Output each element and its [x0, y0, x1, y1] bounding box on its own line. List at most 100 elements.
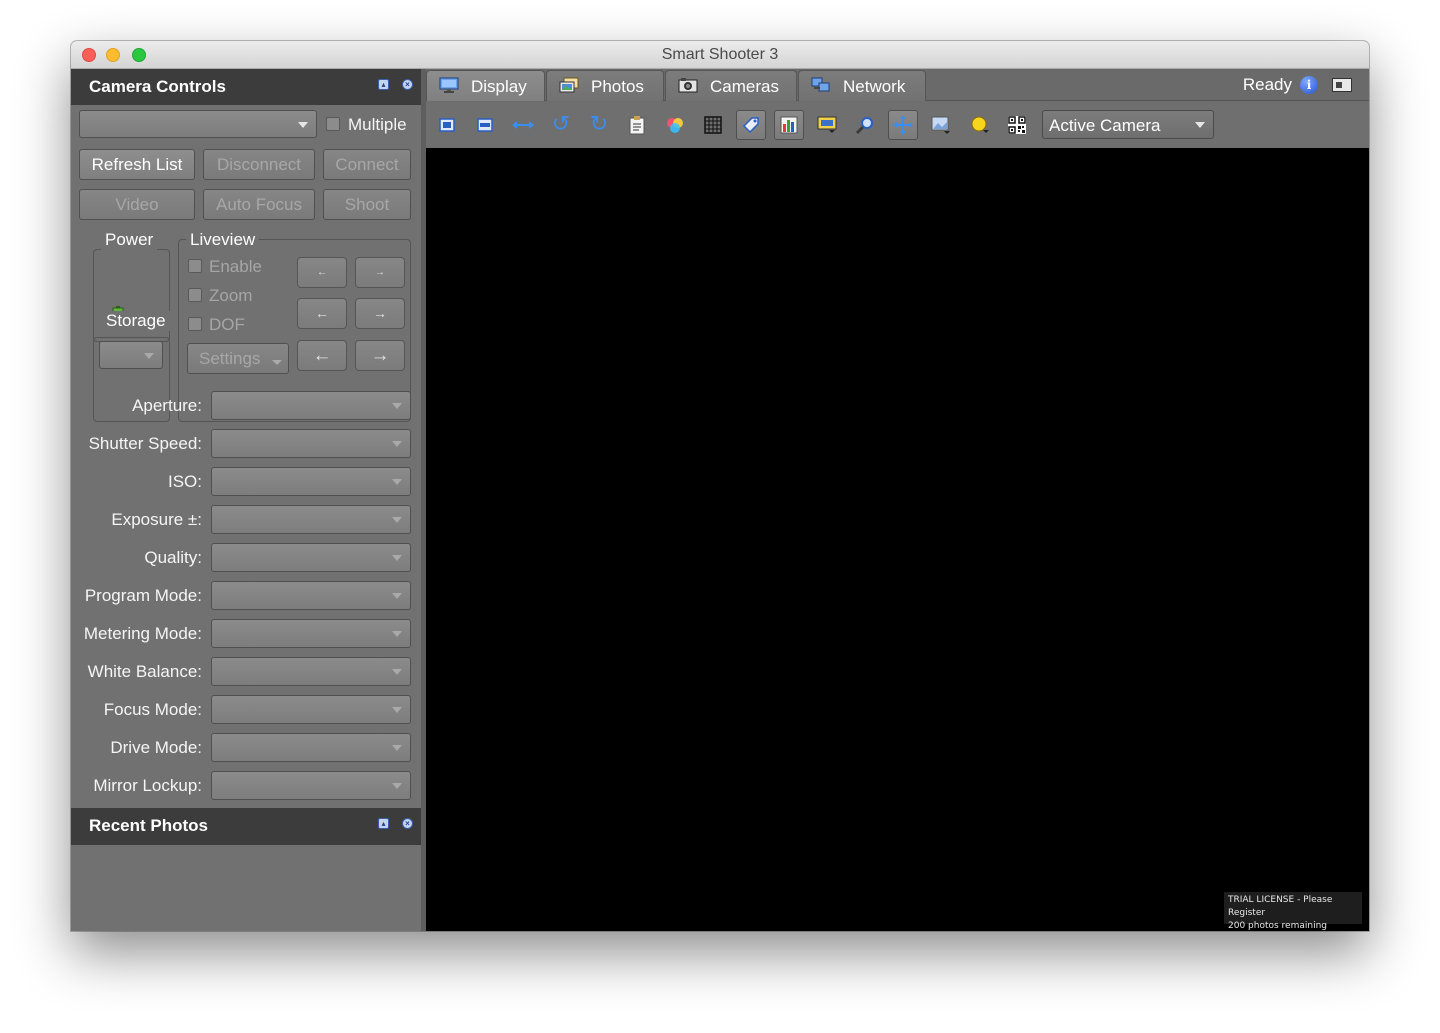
- fit-window-icon[interactable]: [432, 110, 462, 140]
- tab-photos-label: Photos: [591, 77, 644, 96]
- white-balance-select[interactable]: [211, 657, 411, 686]
- display-viewport[interactable]: TRIAL LICENSE - Please Register 200 phot…: [426, 148, 1369, 931]
- focus-far-small-button[interactable]: →: [355, 257, 405, 288]
- storage-label: Storage: [102, 311, 170, 331]
- grid-icon[interactable]: [698, 110, 728, 140]
- tab-cameras-label: Cameras: [710, 77, 779, 96]
- status-text: Ready: [1242, 75, 1292, 94]
- network-icon: [811, 77, 830, 92]
- chevron-down-icon: [1195, 122, 1205, 128]
- iso-select[interactable]: [211, 467, 411, 496]
- shoot-button[interactable]: Shoot: [323, 189, 411, 220]
- quality-select[interactable]: [211, 543, 411, 572]
- window-title: Smart Shooter 3: [661, 46, 779, 63]
- focus-far-medium-button[interactable]: →: [355, 298, 405, 329]
- focus-near-large-button[interactable]: ←: [297, 340, 347, 371]
- program-mode-select[interactable]: [211, 581, 411, 610]
- float-panel-icon[interactable]: ▴: [378, 79, 389, 90]
- storage-select[interactable]: [99, 341, 163, 369]
- auto-focus-button[interactable]: Auto Focus: [203, 189, 315, 220]
- zoom-icon[interactable]: [850, 110, 880, 140]
- camera-controls-panel: Camera Controls ▴ × Multiple Refresh Lis…: [71, 69, 421, 931]
- chevron-down-icon: [392, 783, 402, 789]
- liveview-dof-label: DOF: [209, 315, 245, 334]
- clipboard-icon[interactable]: [622, 110, 652, 140]
- video-button[interactable]: Video: [79, 189, 195, 220]
- tab-photos[interactable]: Photos: [546, 70, 664, 101]
- close-panel-icon[interactable]: ×: [402, 79, 413, 90]
- liveview-title: Liveview: [186, 230, 260, 250]
- camera-select[interactable]: [79, 110, 317, 138]
- multiple-label: Multiple: [348, 115, 407, 134]
- close-panel-icon[interactable]: ×: [402, 818, 413, 829]
- fit-width-icon[interactable]: [508, 110, 538, 140]
- chevron-down-icon: [392, 441, 402, 447]
- active-camera-select[interactable]: Active Camera: [1042, 110, 1214, 139]
- chevron-down-icon: [144, 353, 154, 359]
- disconnect-button[interactable]: Disconnect: [203, 149, 315, 180]
- tag-icon[interactable]: [736, 110, 766, 140]
- tab-bar: Display Photos Cameras Network Ready i: [426, 69, 1369, 101]
- pan-icon[interactable]: [888, 110, 918, 140]
- recent-photos-header: Recent Photos ▴ ×: [71, 808, 421, 845]
- metering-mode-select[interactable]: [211, 619, 411, 648]
- connect-button[interactable]: Connect: [323, 149, 411, 180]
- camera-controls-header: Camera Controls ▴ ×: [71, 69, 421, 105]
- photos-icon: [559, 77, 579, 93]
- chevron-down-icon: [298, 122, 308, 128]
- exposure-select[interactable]: [211, 505, 411, 534]
- chevron-down-icon: [392, 707, 402, 713]
- focus-near-small-button[interactable]: ←: [297, 257, 347, 288]
- tab-display[interactable]: Display: [426, 70, 545, 101]
- rotate-left-icon[interactable]: ↺: [546, 110, 576, 140]
- image-compare-icon[interactable]: [926, 110, 956, 140]
- quality-label: Quality:: [144, 548, 202, 567]
- tab-network[interactable]: Network: [798, 70, 926, 101]
- tab-display-label: Display: [471, 77, 527, 96]
- refresh-list-button[interactable]: Refresh List: [79, 149, 195, 180]
- liveview-settings-button[interactable]: Settings: [187, 343, 289, 374]
- license-card-icon[interactable]: [1332, 78, 1352, 92]
- mirror-lockup-select[interactable]: [211, 771, 411, 800]
- exposure-label: Exposure ±:: [111, 510, 202, 529]
- drive-mode-label: Drive Mode:: [110, 738, 202, 757]
- color-wheel-icon[interactable]: [660, 110, 690, 140]
- liveview-dof-checkbox[interactable]: [188, 317, 202, 331]
- aperture-select[interactable]: [211, 391, 411, 420]
- multiple-checkbox[interactable]: [326, 117, 340, 131]
- histogram-icon[interactable]: [774, 110, 804, 140]
- camera-controls-title: Camera Controls: [89, 77, 226, 96]
- app-window: Smart Shooter 3 Camera Controls ▴ × Mult…: [71, 41, 1369, 931]
- focus-far-large-button[interactable]: →: [355, 340, 405, 371]
- focus-mode-label: Focus Mode:: [103, 700, 202, 719]
- tab-cameras[interactable]: Cameras: [665, 70, 797, 101]
- chevron-down-icon: [392, 745, 402, 751]
- actual-size-icon[interactable]: [470, 110, 500, 140]
- liveview-enable-label: Enable: [209, 257, 262, 276]
- overlay-icon[interactable]: [812, 110, 842, 140]
- light-bulb-icon[interactable]: [964, 110, 994, 140]
- chevron-down-icon: [392, 517, 402, 523]
- liveview-zoom-label: Zoom: [209, 286, 253, 305]
- drive-mode-select[interactable]: [211, 733, 411, 762]
- focus-mode-select[interactable]: [211, 695, 411, 724]
- info-icon[interactable]: i: [1300, 76, 1318, 94]
- chevron-down-icon: [392, 403, 402, 409]
- chevron-down-icon: [392, 479, 402, 485]
- liveview-enable-checkbox[interactable]: [188, 259, 202, 273]
- license-line-1: TRIAL LICENSE - Please Register: [1228, 895, 1333, 918]
- qr-code-icon[interactable]: [1002, 110, 1032, 140]
- iso-label: ISO:: [167, 472, 202, 491]
- main-area: Display Photos Cameras Network Ready i ↺…: [426, 69, 1369, 931]
- trial-license-notice[interactable]: TRIAL LICENSE - Please Register 200 phot…: [1224, 892, 1362, 931]
- liveview-zoom-checkbox[interactable]: [188, 288, 202, 302]
- liveview-settings-label: Settings: [199, 349, 261, 368]
- float-panel-icon[interactable]: ▴: [378, 818, 389, 829]
- focus-near-medium-button[interactable]: ←: [297, 298, 347, 329]
- power-label: Power: [101, 230, 158, 250]
- rotate-right-icon[interactable]: ↻: [584, 110, 614, 140]
- shutter-speed-select[interactable]: [211, 429, 411, 458]
- license-line-2: 200 photos remaining: [1228, 921, 1327, 931]
- recent-photos-list[interactable]: [71, 845, 421, 931]
- tab-network-label: Network: [843, 77, 906, 96]
